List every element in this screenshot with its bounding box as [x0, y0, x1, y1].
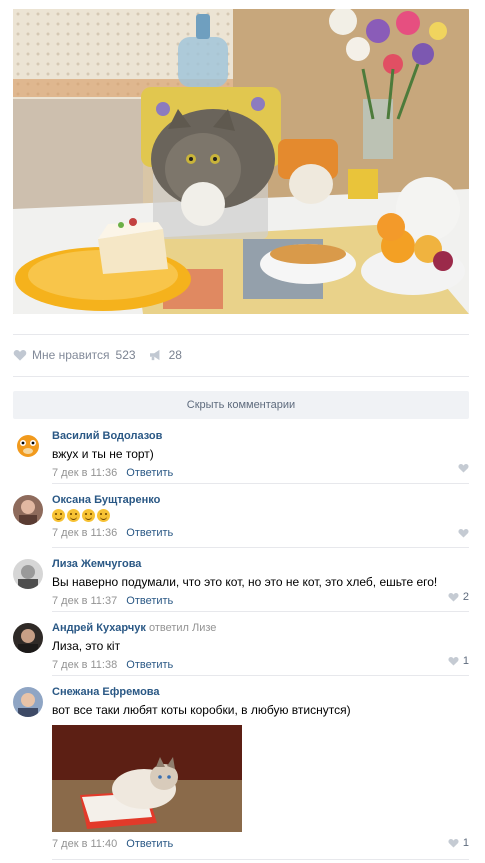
heart-icon	[458, 463, 469, 473]
comment-time[interactable]: 7 дек в 11:37	[52, 595, 117, 607]
like-label: Мне нравится	[32, 348, 110, 362]
comment-author[interactable]: Андрей Кухарчук ответил Лизе	[52, 621, 469, 635]
post-photo[interactable]	[13, 9, 469, 314]
heart-icon	[458, 528, 469, 538]
comment-text: Лиза, это кіт	[52, 639, 121, 653]
comment: Снежана Ефремова вот все таки любят коты…	[13, 685, 469, 855]
comment: Василий Водолазов вжух и ты не торт) 7 д…	[13, 429, 469, 480]
smile-emoji-icon	[52, 509, 65, 522]
smile-emoji-icon	[82, 509, 95, 522]
comment-time[interactable]: 7 дек в 11:36	[52, 527, 117, 539]
comment-like-button[interactable]: 1	[448, 837, 469, 849]
comment-like-count: 1	[462, 837, 469, 849]
comment: Лиза Жемчугова Вы наверно подумали, что …	[13, 557, 469, 608]
like-button[interactable]: Мне нравится 523	[13, 348, 136, 362]
comment-meta: 7 дек в 11:36 Ответить	[52, 526, 469, 540]
comment-time[interactable]: 7 дек в 11:40	[52, 838, 117, 850]
reply-button[interactable]: Ответить	[126, 467, 173, 479]
comment-time[interactable]: 7 дек в 11:36	[52, 467, 117, 479]
divider	[52, 547, 469, 548]
comment-like-button[interactable]: 2	[448, 591, 469, 603]
heart-icon	[448, 656, 459, 666]
comment-text: вжух и ты не торт)	[52, 447, 154, 461]
comment-author[interactable]: Лиза Жемчугова	[52, 557, 469, 571]
avatar[interactable]	[13, 431, 43, 461]
comment-like-button[interactable]	[458, 463, 469, 473]
comment-author[interactable]: Василий Водолазов	[52, 429, 469, 443]
reply-button[interactable]: Ответить	[126, 595, 173, 607]
reply-button[interactable]: Ответить	[126, 659, 173, 671]
reply-button[interactable]: Ответить	[126, 838, 173, 850]
comment-author[interactable]: Снежана Ефремова	[52, 685, 469, 699]
divider	[52, 675, 469, 676]
comment-attachment-photo[interactable]	[52, 725, 242, 832]
divider	[52, 859, 469, 860]
comment-text: вот все таки любят коты коробки, в любую…	[52, 703, 351, 717]
replied-to-label[interactable]: ответил Лизе	[149, 622, 216, 634]
share-count: 28	[168, 348, 182, 362]
avatar[interactable]	[13, 559, 43, 589]
comment: Андрей Кухарчук ответил Лизе Лиза, это к…	[13, 621, 469, 672]
smile-emoji-icon	[97, 509, 110, 522]
divider	[52, 483, 469, 484]
heart-icon	[448, 592, 459, 602]
comment-text: Вы наверно подумали, что это кот, но это…	[52, 575, 438, 589]
comment-like-count: 1	[462, 655, 469, 667]
comment-meta: 7 дек в 11:36 Ответить	[52, 466, 469, 480]
heart-icon	[13, 349, 27, 361]
comment-time[interactable]: 7 дек в 11:38	[52, 659, 117, 671]
heart-icon	[448, 838, 459, 848]
comment-like-count: 2	[462, 591, 469, 603]
divider	[13, 334, 469, 335]
avatar[interactable]	[13, 687, 43, 717]
hide-comments-button[interactable]: Скрыть комментарии	[13, 391, 469, 419]
hide-comments-label: Скрыть комментарии	[186, 399, 296, 411]
avatar[interactable]	[13, 623, 43, 653]
comment-emoji-row	[52, 509, 469, 522]
comment-like-button[interactable]: 1	[448, 655, 469, 667]
comment-meta: 7 дек в 11:37 Ответить	[52, 594, 469, 608]
comment: Оксана Бущтаренко 7 дек в 11:36 Ответить	[13, 493, 469, 541]
reply-button[interactable]: Ответить	[126, 527, 173, 539]
avatar[interactable]	[13, 495, 43, 525]
post-actions: Мне нравится 523 28	[13, 344, 195, 366]
smile-emoji-icon	[67, 509, 80, 522]
comment-meta: 7 дек в 11:38 Ответить	[52, 658, 469, 672]
comment-author[interactable]: Оксана Бущтаренко	[52, 493, 469, 507]
megaphone-icon	[149, 349, 160, 361]
comment-meta: 7 дек в 11:40 Ответить	[52, 837, 469, 851]
share-button[interactable]: 28	[149, 348, 182, 362]
like-count: 523	[115, 348, 136, 362]
comment-like-button[interactable]	[458, 528, 469, 538]
divider	[13, 376, 469, 377]
divider	[52, 611, 469, 612]
